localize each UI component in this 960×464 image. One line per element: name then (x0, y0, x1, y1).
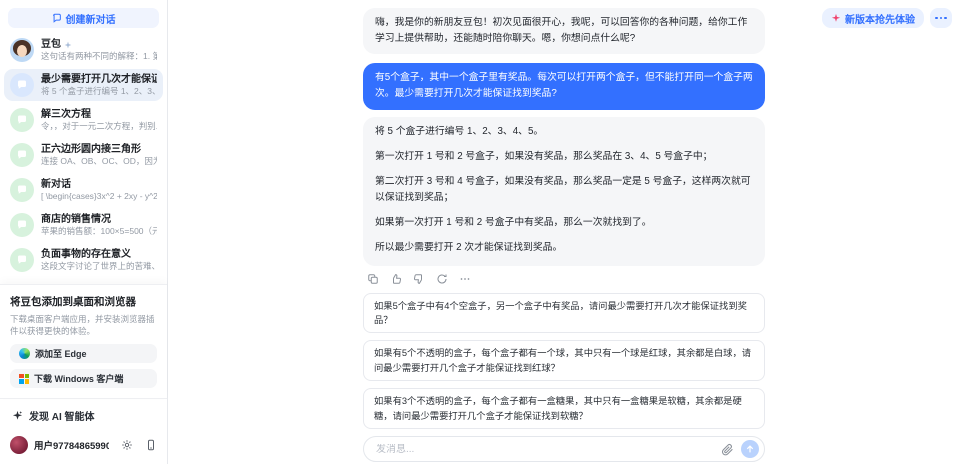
promo-title: 将豆包添加到桌面和浏览器 (10, 296, 136, 308)
suggested-question[interactable]: 如果有5个不透明的盒子，每个盒子都有一个球，其中只有一个球是红球，其余都是白球，… (363, 340, 765, 382)
conversation-subtitle: 这段文字讨论了世界上的苦难、恶... (41, 261, 157, 271)
suggested-question[interactable]: 如果5个盒子中有4个空盒子，另一个盒子中有奖品，请问最少需要打开几次才能保证找到… (363, 292, 765, 334)
mobile-device-icon[interactable] (145, 439, 157, 451)
answer-paragraph: 如果第一次打开 1 号和 2 号盒子中有奖品，那么一次就找到了。 (375, 217, 652, 229)
conversation-item[interactable]: 最少需要打开几次才能保证找...将 5 个盒子进行编号 1、2、3、4... (4, 69, 163, 101)
discover-ai-agents-label: 发现 AI 智能体 (29, 412, 95, 423)
windows-icon (19, 373, 29, 384)
promo-description: 下载桌面客户端应用，并安装浏览器插件以获得更快的体验。 (10, 314, 155, 336)
edge-icon (19, 348, 30, 359)
settings-gear-icon[interactable] (121, 439, 133, 451)
conversation-item[interactable]: 负面事物的存在意义这段文字讨论了世界上的苦难、恶... (4, 244, 163, 276)
new-version-label: 新版本抢先体验 (845, 14, 915, 26)
more-options-button[interactable] (930, 8, 952, 28)
chat-bubble-green-icon (10, 248, 34, 272)
user-profile[interactable]: 用户977848659903 (0, 432, 167, 464)
user-avatar (10, 436, 28, 454)
user-message: 有5个盒子，其中一个盒子里有奖品。每次可以打开两个盒子，但不能打开同一个盒子两次… (363, 63, 765, 110)
like-icon (393, 273, 402, 284)
promo-card: 将豆包添加到桌面和浏览器 下载桌面客户端应用，并安装浏览器插件以获得更快的体验。… (0, 284, 167, 398)
sidebar: 创建新对话 豆包这句话有两种不同的解释：1. 第一...最少需要打开几次才能保证… (0, 0, 168, 464)
copy-button[interactable] (367, 273, 379, 285)
like-button[interactable] (390, 273, 402, 285)
more-options-icon (935, 16, 947, 20)
chat-main: 新版本抢先体验 嗨，我是你的新朋友豆包！初次见面很开心，我呢，可以回答你的各种问… (168, 0, 960, 464)
more-actions-icon (460, 277, 470, 280)
chat-bubble-green-icon (10, 178, 34, 202)
add-to-edge-button[interactable]: 添加至 Edge (10, 344, 157, 363)
attachment-button[interactable] (721, 443, 734, 456)
assistant-answer-message: 将 5 个盒子进行编号 1、2、3、4、5。第一次打开 1 号和 2 号盒子，如… (363, 116, 765, 266)
answer-paragraph: 第二次打开 3 号和 4 号盒子，如果没有奖品，那么奖品一定是 5 号盒子，这样… (375, 175, 751, 204)
copy-icon (368, 273, 378, 284)
conversation-item[interactable]: 商店的销售情况苹果的销售额：100×5=500（元）... (4, 209, 163, 241)
suggested-questions: 如果5个盒子中有4个空盒子，另一个盒子中有奖品，请问最少需要打开几次才能保证找到… (363, 292, 765, 436)
dislike-icon (413, 273, 422, 284)
add-to-edge-label: 添加至 Edge (35, 349, 87, 359)
paperclip-icon (721, 443, 733, 455)
doubao-avatar-icon (10, 38, 34, 62)
answer-paragraph: 第一次打开 1 号和 2 号盒子，如果没有奖品，那么奖品在 3、4、5 号盒子中… (375, 150, 713, 162)
send-button[interactable] (741, 440, 759, 458)
send-arrow-icon (746, 445, 754, 453)
conversation-title: 最少需要打开几次才能保证找... (41, 74, 157, 85)
header-actions: 新版本抢先体验 (822, 8, 952, 28)
answer-paragraph: 将 5 个盒子进行编号 1、2、3、4、5。 (375, 125, 544, 137)
chat-bubble-green-icon (10, 213, 34, 237)
new-chat-icon (52, 13, 61, 23)
sparkle-icon (12, 410, 23, 420)
dislike-button[interactable] (413, 273, 425, 285)
doubao-app: 创建新对话 豆包这句话有两种不同的解释：1. 第一...最少需要打开几次才能保证… (0, 0, 960, 464)
conversation-subtitle: 令，，对于一元二次方程，判别... (41, 121, 157, 131)
composer-area: 内容由豆包大模型生成，不能完全保障真实 (363, 436, 765, 464)
user-name: 用户977848659903 (34, 441, 109, 452)
conversation-subtitle: 苹果的销售额：100×5=500（元）... (41, 226, 157, 236)
new-chat-label: 创建新对话 (65, 14, 116, 26)
conversation-item[interactable]: 豆包这句话有两种不同的解释：1. 第一... (4, 34, 163, 66)
new-chat-button[interactable]: 创建新对话 (8, 8, 159, 28)
conversation-item[interactable]: 解三次方程 令，，对于一元二次方程，判别... (4, 104, 163, 136)
conversation-title: 负面事物的存在意义 (41, 249, 131, 260)
official-badge-icon (64, 41, 72, 48)
conversation-subtitle: 将 5 个盒子进行编号 1、2、3、4... (41, 86, 157, 96)
chat-bubble-green-icon (10, 108, 34, 132)
conversation-list: 豆包这句话有两种不同的解释：1. 第一...最少需要打开几次才能保证找...将 … (0, 34, 167, 284)
chat-bubble-green-icon (10, 143, 34, 167)
download-windows-button[interactable]: 下载 Windows 客户端 (10, 369, 157, 388)
suggested-question[interactable]: 如果有3个不透明的盒子，每个盒子都有一盒糖果，其中只有一盒糖果是软糖，其余都是硬… (363, 388, 765, 429)
new-version-button[interactable]: 新版本抢先体验 (822, 8, 924, 28)
download-windows-label: 下载 Windows 客户端 (34, 374, 124, 384)
conversation-item[interactable]: 正六边形圆内接三角形连接 OA、OB、OC、OD，因为正... (4, 139, 163, 171)
conversation-title: 商店的销售情况 (41, 214, 111, 225)
conversation-title: 豆包 (41, 38, 157, 51)
regenerate-icon (437, 274, 447, 284)
discover-ai-agents-button[interactable]: 发现 AI 智能体 (0, 398, 167, 432)
message-actions (367, 273, 761, 285)
conversation-subtitle: 这句话有两种不同的解释：1. 第一... (41, 51, 157, 61)
regenerate-button[interactable] (436, 273, 448, 285)
answer-paragraph: 所以最少需要打开 2 次才能保证找到奖品。 (375, 242, 563, 254)
conversation-item[interactable]: 新对话[ \begin{cases}3x^2 + 2xy - y^2 + ... (4, 174, 163, 206)
conversation-title: 解三次方程 (41, 109, 91, 120)
conversation-subtitle: [ \begin{cases}3x^2 + 2xy - y^2 + ... (41, 191, 157, 201)
chat-bubble-blue-icon (10, 73, 34, 97)
more-actions-button[interactable] (459, 273, 471, 285)
conversation-title: 新对话 (41, 179, 71, 190)
new-version-sparkle-icon (831, 13, 841, 22)
conversation-subtitle: 连接 OA、OB、OC、OD，因为正... (41, 156, 157, 166)
message-input[interactable] (376, 443, 714, 455)
message-composer[interactable] (363, 436, 765, 462)
conversation-title: 正六边形圆内接三角形 (41, 144, 141, 155)
assistant-greeting-message: 嗨，我是你的新朋友豆包！初次见面很开心，我呢，可以回答你的各种问题，给你工作学习… (363, 8, 765, 55)
chat-column: 嗨，我是你的新朋友豆包！初次见面很开心，我呢，可以回答你的各种问题，给你工作学习… (363, 0, 765, 464)
